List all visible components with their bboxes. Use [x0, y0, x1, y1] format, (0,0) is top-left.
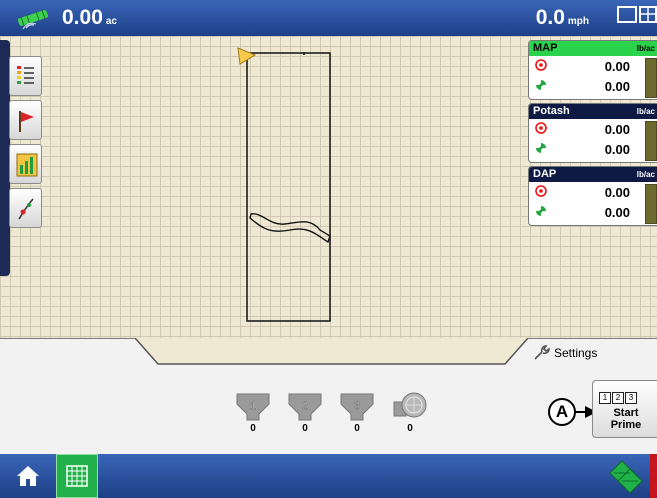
legend-icon [17, 66, 34, 84]
hopper-icon: 2 [288, 393, 322, 421]
control-panel: Settings 1 0 2 0 3 0 0 A 1 2 3 Start Pri… [0, 338, 657, 454]
target-icon [535, 185, 547, 197]
chart-button[interactable] [9, 144, 42, 184]
bin-1-button[interactable]: 1 0 [235, 390, 271, 434]
section-numbers: 123 [599, 387, 638, 405]
product-name: Potash [533, 105, 570, 117]
product-unit: lb/ac [636, 170, 655, 179]
product-header: Potash lb/ac [529, 104, 657, 119]
bin-count: 0 [302, 423, 308, 434]
section-3: 3 [625, 392, 637, 404]
product-unit: lb/ac [636, 44, 655, 53]
fan-count: 0 [407, 423, 413, 434]
alert-indicator[interactable] [650, 454, 657, 498]
guidance-button[interactable] [9, 188, 42, 228]
product-panel-map[interactable]: MAP lb/ac 0.00 0.00 [528, 40, 657, 100]
actual-rate-row: 0.00 [529, 202, 657, 222]
home-button[interactable] [0, 454, 55, 498]
start-prime-line-2: Prime [610, 419, 642, 431]
bin-3-button[interactable]: 3 0 [339, 390, 375, 434]
rate-bar [645, 58, 657, 98]
area-readout[interactable]: 0.00 ac [62, 6, 117, 30]
start-prime-line-1: Start [613, 407, 639, 419]
target-rate-row: 0.00 [529, 119, 657, 139]
settings-label: Settings [554, 346, 598, 360]
hopper-icon: 1 [236, 393, 270, 421]
target-rate-value: 0.00 [604, 122, 630, 137]
speed-readout[interactable]: 0.0 mph [536, 6, 589, 30]
section-1: 1 [599, 392, 611, 404]
product-header: MAP lb/ac [529, 41, 657, 56]
bottom-nav-bar [0, 454, 657, 498]
actual-rate-row: 0.00 [529, 76, 657, 96]
section-2: 2 [612, 392, 624, 404]
settings-button[interactable]: Settings [533, 345, 598, 360]
bin-2-button[interactable]: 2 0 [287, 390, 323, 434]
guidance-icon [18, 198, 34, 220]
top-status-bar: 0.00 ac 0.0 mph [0, 0, 657, 36]
speed-value: 0.0 [535, 6, 565, 29]
bin-count: 0 [250, 423, 256, 434]
target-icon [535, 122, 547, 134]
gps-satellite-icon[interactable] [14, 4, 52, 30]
target-rate-row: 0.00 [529, 56, 657, 76]
product-name: MAP [533, 42, 558, 54]
bin-number: 1 [250, 400, 256, 412]
actual-rate-value: 0.00 [604, 142, 630, 157]
target-rate-row: 0.00 [529, 182, 657, 202]
bin-number: 2 [302, 400, 308, 412]
bin-number: 3 [354, 400, 360, 412]
product-header: DAP lb/ac [529, 167, 657, 182]
target-rate-value: 0.00 [604, 59, 630, 74]
start-prime-label: Start Prime [597, 407, 655, 431]
display-view-icon[interactable] [617, 5, 657, 29]
home-icon [16, 466, 39, 486]
speed-unit: mph [567, 16, 589, 27]
product-panel-dap[interactable]: DAP lb/ac 0.00 0.00 [528, 166, 657, 226]
wrench-icon [534, 345, 550, 360]
area-unit: ac [105, 16, 117, 27]
flag-icon [19, 111, 34, 132]
actual-rate-value: 0.00 [604, 79, 630, 94]
actual-rate-icon [536, 80, 546, 90]
rate-bar [645, 121, 657, 161]
callout-label: A [548, 398, 576, 426]
actual-rate-row: 0.00 [529, 139, 657, 159]
legend-button[interactable] [9, 56, 42, 96]
chart-icon [16, 153, 38, 177]
area-value: 0.00 [62, 6, 103, 29]
actual-rate-icon [536, 143, 546, 153]
fan-button[interactable]: 0 [392, 390, 428, 434]
hopper-icon: 3 [340, 393, 374, 421]
start-prime-button[interactable]: 123 Start Prime [592, 380, 657, 438]
callout-marker: A [548, 398, 598, 428]
fan-icon [393, 392, 427, 418]
map-view-button[interactable] [56, 454, 98, 498]
grid-map-icon [66, 465, 88, 487]
actual-rate-icon [536, 206, 546, 216]
rate-bar [645, 184, 657, 224]
flag-button[interactable] [9, 100, 42, 140]
bin-count: 0 [354, 423, 360, 434]
target-rate-value: 0.00 [604, 185, 630, 200]
field-operations-icon[interactable] [606, 457, 646, 495]
target-icon [535, 59, 547, 71]
product-panel-potash[interactable]: Potash lb/ac 0.00 0.00 [528, 103, 657, 163]
product-name: DAP [533, 168, 557, 180]
actual-rate-value: 0.00 [604, 205, 630, 220]
product-unit: lb/ac [636, 107, 655, 116]
